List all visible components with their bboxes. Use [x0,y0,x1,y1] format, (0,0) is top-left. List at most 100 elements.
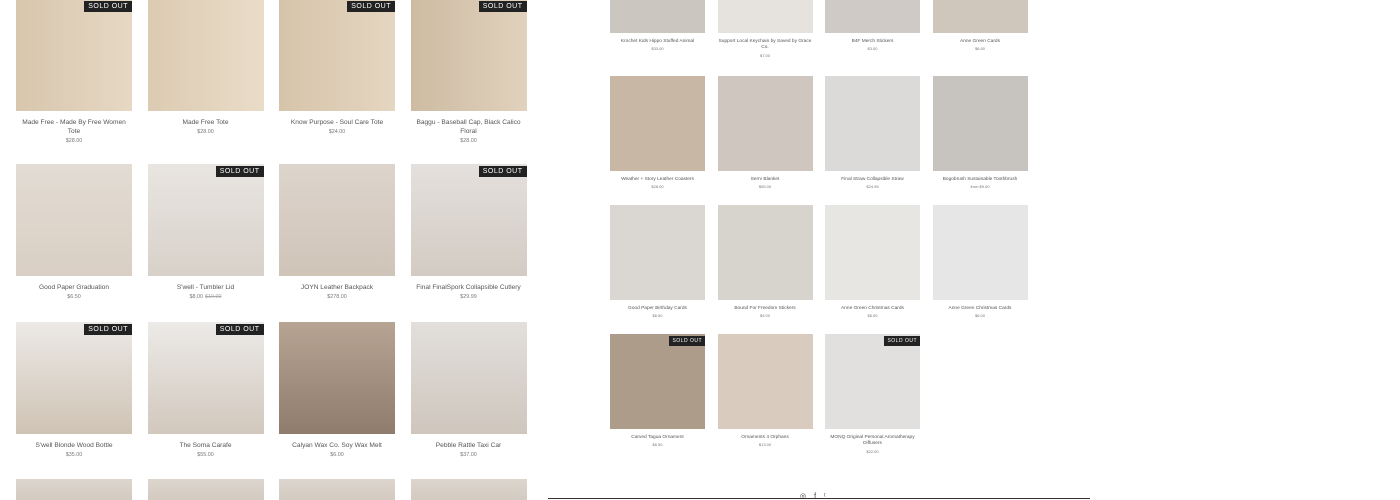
product-image[interactable]: SOLD OUT [16,0,132,111]
product-title[interactable]: Pebble Rattle Taxi Car [411,442,527,451]
product-card[interactable]: Ornaments 4 Orphans $13.00 [717,334,813,447]
product-card[interactable]: SOLD OUT Made Free - Made By Free Women T… [16,0,132,144]
product-title[interactable]: Bound For Freedom Stickers [718,306,813,312]
price-current: $37.00 [460,451,477,458]
product-image[interactable] [279,479,395,500]
product-title[interactable]: Good Paper Graduation [16,284,132,293]
product-image[interactable] [147,0,264,111]
product-card[interactable]: Anne Green Christmas Cards $6.00 [825,205,920,318]
product-card[interactable]: Bound For Freedom Stickers $3.00 [717,205,813,318]
product-card[interactable]: Anne Green Cards $6.50 [932,0,1028,51]
product-image[interactable]: SOLD OUT [147,322,264,434]
product-title[interactable]: Bogobrush Sustainable Toothbrush [933,177,1028,183]
product-card[interactable]: Bogobrush Sustainable Toothbrush from $9.… [932,76,1028,189]
product-card[interactable]: SOLD OUT Final FinalSpork Collapsible Cut… [410,164,527,300]
product-title[interactable]: Krochet Kids Hippo Stuffed Animal [610,39,705,45]
product-card[interactable]: Krochet Kids Hippo Stuffed Animal $33.00 [610,0,705,51]
product-image[interactable] [610,0,705,33]
product-price: $13.00 [718,442,813,447]
price-current: $6.00 [867,313,878,319]
product-title[interactable]: B4F Merch Stickers [825,39,920,45]
product-image[interactable] [932,76,1028,171]
product-image[interactable]: SOLD OUT [410,0,527,111]
product-card[interactable]: Good Paper Birthday Cards $6.50 [610,205,705,318]
product-image[interactable] [16,479,132,500]
product-card[interactable]: Good Paper Graduation $6.50 [16,164,132,300]
product-price: from $9.50 [933,184,1028,189]
product-card[interactable]: Final Straw Collapsible Straw $24.95 [825,76,920,189]
product-image[interactable] [932,205,1028,300]
product-card[interactable]: SOLD OUT S'well Blonde Wood Bottle $35.00 [16,322,132,458]
product-title[interactable]: Baggu - Baseball Cap, Black Calico Flora… [411,119,527,137]
product-card[interactable]: Weather + Story Leather Coasters $28.00 [610,76,705,189]
facebook-icon[interactable]: f [814,493,816,500]
product-title[interactable]: S'well Blonde Wood Bottle [16,442,132,451]
product-image[interactable]: SOLD OUT [410,164,527,276]
twitter-icon[interactable]: ᵗ [824,493,826,500]
product-card[interactable]: SOLD OUT Carved Tagua Ornament $6.50 [610,334,705,447]
product-card[interactable]: SOLD OUT Baggu - Baseball Cap, Black Cali… [410,0,527,144]
product-image[interactable]: SOLD OUT [16,322,132,434]
product-title[interactable]: Know Purpose - Soul Care Tote [279,119,395,128]
product-card[interactable]: SOLD OUT The Soma Carafe $55.00 [147,322,264,458]
product-price: $33.00 [610,46,705,51]
product-image[interactable] [717,334,813,429]
product-image[interactable] [825,0,920,33]
product-image[interactable] [717,0,813,33]
sold-out-badge: SOLD OUT [84,1,132,12]
product-image[interactable]: SOLD OUT [825,334,920,429]
product-title[interactable]: Serrv Blanket [718,177,813,183]
product-image[interactable] [717,205,813,300]
product-image[interactable] [825,205,920,300]
product-title[interactable]: Weather + Story Leather Coasters [610,177,705,183]
product-price: $6.00 [825,313,920,318]
product-card[interactable]: Pebble Rattle Taxi Car $37.00 [410,322,527,458]
product-image[interactable]: SOLD OUT [279,0,395,111]
product-image[interactable] [279,164,395,276]
product-title[interactable]: Anne Green Christmas Cards [825,306,920,312]
product-image[interactable] [610,205,705,300]
product-price: $24.95 [825,184,920,189]
product-title[interactable]: JOYN Leather Backpack [279,284,395,293]
product-title[interactable]: Carved Tagua Ornament [610,435,705,441]
product-title[interactable]: Made Free Tote [148,119,264,128]
product-card[interactable]: SOLD OUT Know Purpose - Soul Care Tote $24… [279,0,395,135]
price-current: $6.50 [974,46,985,52]
product-card[interactable]: Anne Green Christmas Cards $6.00 [932,205,1028,318]
product-title[interactable]: Calyan Wax Co. Soy Wax Melt [279,442,395,451]
product-card[interactable]: Serrv Blanket $55.00 [717,76,813,189]
product-image[interactable] [410,322,527,434]
product-card[interactable]: Calyan Wax Co. Soy Wax Melt $6.00 [279,322,395,458]
product-title[interactable]: Anne Green Christmas Cards [933,306,1028,312]
product-title[interactable]: Made Free - Made By Free Women Tote [16,119,132,137]
product-image[interactable] [932,0,1028,33]
product-title[interactable]: The Soma Carafe [148,442,264,451]
product-card[interactable]: B4F Merch Stickers $3.00 [825,0,920,51]
product-title[interactable]: Final Straw Collapsible Straw [825,177,920,183]
product-image[interactable] [279,322,395,434]
product-card[interactable]: Made Free Tote $28.00 [147,0,264,135]
product-image[interactable] [717,76,813,171]
product-card[interactable]: SOLD OUT MONQ Original Personal Aromather… [825,334,920,454]
product-title[interactable]: Final FinalSpork Collapsible Cutlery [411,284,527,293]
product-image[interactable] [147,479,264,500]
product-price: $6.50 [933,46,1028,51]
product-title[interactable]: MONQ Original Personal Aromatherapy Diff… [825,435,920,448]
sold-out-badge: SOLD OUT [84,324,132,335]
product-title[interactable]: Good Paper Birthday Cards [610,306,705,312]
product-card[interactable]: SOLD OUT S'well - Tumbler Lid $8.00 $10.00 [147,164,264,300]
product-card[interactable]: JOYN Leather Backpack $278.00 [279,164,395,300]
product-title[interactable]: Anne Green Cards [933,39,1028,45]
product-image[interactable] [16,164,132,276]
product-image[interactable] [825,76,920,171]
instagram-icon[interactable]: ◎ [800,493,806,500]
product-title[interactable]: Ornaments 4 Orphans [718,435,813,441]
product-image[interactable]: SOLD OUT [610,334,705,429]
product-image[interactable] [610,76,705,171]
product-title[interactable]: Support Local Keychain by Saved by Grace… [718,39,813,52]
product-image[interactable] [410,479,527,500]
product-title[interactable]: S'well - Tumbler Lid [148,284,264,293]
product-image[interactable]: SOLD OUT [147,164,264,276]
product-price: $35.00 [16,452,132,458]
product-card[interactable]: Support Local Keychain by Saved by Grace… [717,0,813,58]
